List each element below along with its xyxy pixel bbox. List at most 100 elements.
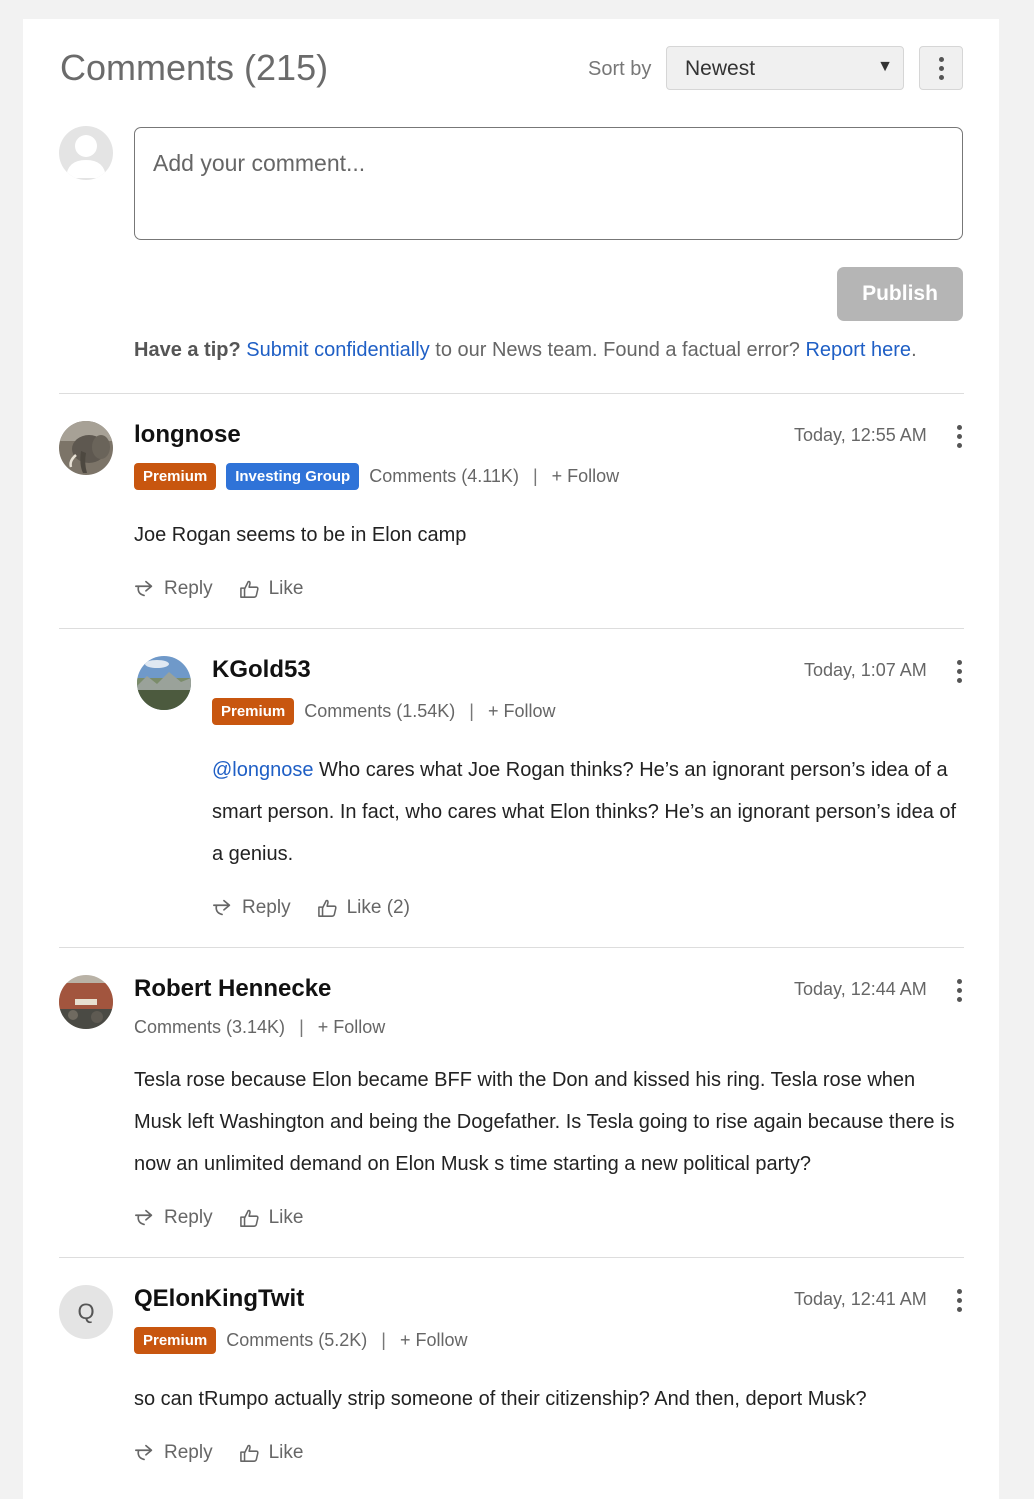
- landscape-avatar-icon: [137, 656, 191, 710]
- divider: [59, 947, 964, 948]
- comment-options-button[interactable]: [953, 975, 965, 1005]
- comment-options-button[interactable]: [953, 421, 965, 451]
- comment-body: Tesla rose because Elon became BFF with …: [134, 1069, 955, 1175]
- comments-panel: Comments (215) Sort by Newest ▼ Publish …: [23, 19, 999, 1499]
- tip-line: Have a tip? Submit confidentially to our…: [134, 339, 917, 362]
- separator: |: [381, 1330, 386, 1350]
- thumbs-up-icon: [239, 1443, 261, 1463]
- kebab-icon: [953, 1285, 965, 1315]
- like-button[interactable]: Like: [239, 578, 304, 600]
- comment-body: Joe Rogan seems to be in Elon camp: [134, 524, 467, 546]
- thumbs-up-icon: [239, 1208, 261, 1228]
- comments-options-button[interactable]: [919, 46, 963, 90]
- kebab-icon: [953, 421, 965, 451]
- reply-button[interactable]: Reply: [134, 578, 213, 600]
- current-user-avatar: [59, 126, 113, 180]
- like-label: Like: [268, 1207, 304, 1228]
- comments-count-link[interactable]: Comments (5.2K): [226, 1330, 367, 1351]
- investing-group-badge: Investing Group: [226, 463, 360, 490]
- like-button[interactable]: Like: [239, 1207, 304, 1229]
- like-label: Like: [268, 1442, 304, 1463]
- thumbs-up-icon: [317, 898, 339, 918]
- thumbs-up-icon: [239, 579, 261, 599]
- premium-badge: Premium: [134, 463, 217, 490]
- separator: |: [469, 701, 474, 721]
- comments-title: Comments (215): [60, 47, 329, 88]
- user-placeholder-icon: [66, 135, 106, 178]
- reply-icon: [212, 899, 234, 917]
- like-label: Like (2): [346, 897, 410, 918]
- sort-by-label: Sort by: [588, 58, 652, 80]
- tip-middle-text: to our News team. Found a factual error?: [429, 339, 806, 361]
- comment-actions: Reply Like (2): [212, 897, 410, 919]
- mention-link[interactable]: @longnose: [212, 759, 313, 781]
- divider: [59, 1257, 964, 1258]
- dropdown-arrow-icon: ▼: [877, 58, 893, 75]
- sort-select-value: Newest: [685, 57, 756, 80]
- publish-button[interactable]: Publish: [837, 267, 963, 321]
- avatar[interactable]: Q: [59, 1285, 113, 1339]
- comment-options-button[interactable]: [953, 1285, 965, 1315]
- sort-select[interactable]: Newest ▼: [666, 46, 904, 90]
- avatar-letter: Q: [77, 1299, 95, 1324]
- comment-username[interactable]: QElonKingTwit: [134, 1285, 304, 1313]
- reply-label: Reply: [242, 897, 291, 918]
- comments-count-link[interactable]: Comments (1.54K): [304, 701, 455, 722]
- submit-confidentially-link[interactable]: Submit confidentially: [246, 339, 429, 361]
- comment-timestamp: Today, 1:07 AM: [804, 660, 927, 680]
- report-here-link[interactable]: Report here: [805, 339, 911, 361]
- reply-button[interactable]: Reply: [134, 1442, 213, 1464]
- kebab-icon: [920, 47, 962, 89]
- comments-count-link[interactable]: Comments (4.11K): [369, 466, 519, 487]
- follow-button[interactable]: + Follow: [488, 701, 556, 722]
- tip-lead: Have a tip?: [134, 339, 241, 361]
- comment-username[interactable]: longnose: [134, 421, 241, 449]
- follow-button[interactable]: + Follow: [400, 1330, 468, 1351]
- reply-button[interactable]: Reply: [134, 1207, 213, 1229]
- comment-actions: Reply Like: [134, 1207, 303, 1229]
- building-avatar-icon: [59, 975, 113, 1029]
- follow-button[interactable]: + Follow: [552, 466, 620, 487]
- comment-username[interactable]: Robert Hennecke: [134, 975, 331, 1003]
- avatar[interactable]: [59, 975, 113, 1029]
- comment-options-button[interactable]: [953, 656, 965, 686]
- comment-text: Who cares what Joe Rogan thinks? He’s an…: [212, 759, 957, 865]
- reply-label: Reply: [164, 1207, 213, 1228]
- comment-timestamp: Today, 12:41 AM: [794, 1289, 927, 1309]
- comment-meta: Premium Comments (5.2K) | + Follow: [134, 1327, 467, 1354]
- premium-badge: Premium: [134, 1327, 217, 1354]
- divider: [59, 628, 964, 629]
- comment-meta: Premium Comments (1.54K) | + Follow: [212, 698, 555, 725]
- comment-input[interactable]: [134, 127, 963, 240]
- comments-count-link[interactable]: Comments (3.14K): [134, 1017, 285, 1038]
- comment-timestamp: Today, 12:44 AM: [794, 979, 927, 999]
- comment-body: so can tRumpo actually strip someone of …: [134, 1388, 867, 1410]
- kebab-icon: [953, 975, 965, 1005]
- comment-timestamp: Today, 12:55 AM: [794, 425, 927, 445]
- divider: [59, 393, 964, 394]
- reply-label: Reply: [164, 1442, 213, 1463]
- separator: |: [299, 1017, 304, 1037]
- like-button[interactable]: Like: [239, 1442, 304, 1464]
- comment-actions: Reply Like: [134, 578, 303, 600]
- elephant-avatar-icon: [59, 421, 113, 475]
- like-label: Like: [268, 578, 304, 599]
- reply-label: Reply: [164, 578, 213, 599]
- like-button[interactable]: Like (2): [317, 897, 410, 919]
- comment-actions: Reply Like: [134, 1442, 303, 1464]
- comment-body: @longnose Who cares what Joe Rogan think…: [212, 749, 957, 875]
- comment-meta: Premium Investing Group Comments (4.11K)…: [134, 463, 619, 490]
- avatar[interactable]: [137, 656, 191, 710]
- premium-badge: Premium: [212, 698, 295, 725]
- follow-button[interactable]: + Follow: [318, 1017, 386, 1038]
- reply-button[interactable]: Reply: [212, 897, 291, 919]
- kebab-icon: [953, 656, 965, 686]
- reply-icon: [134, 1444, 156, 1462]
- comment-username[interactable]: KGold53: [212, 656, 311, 684]
- avatar[interactable]: [59, 421, 113, 475]
- reply-icon: [134, 580, 156, 598]
- separator: |: [532, 466, 538, 486]
- comment-meta: Comments (3.14K) | + Follow: [134, 1017, 385, 1038]
- reply-icon: [134, 1209, 156, 1227]
- tip-end: .: [911, 339, 917, 361]
